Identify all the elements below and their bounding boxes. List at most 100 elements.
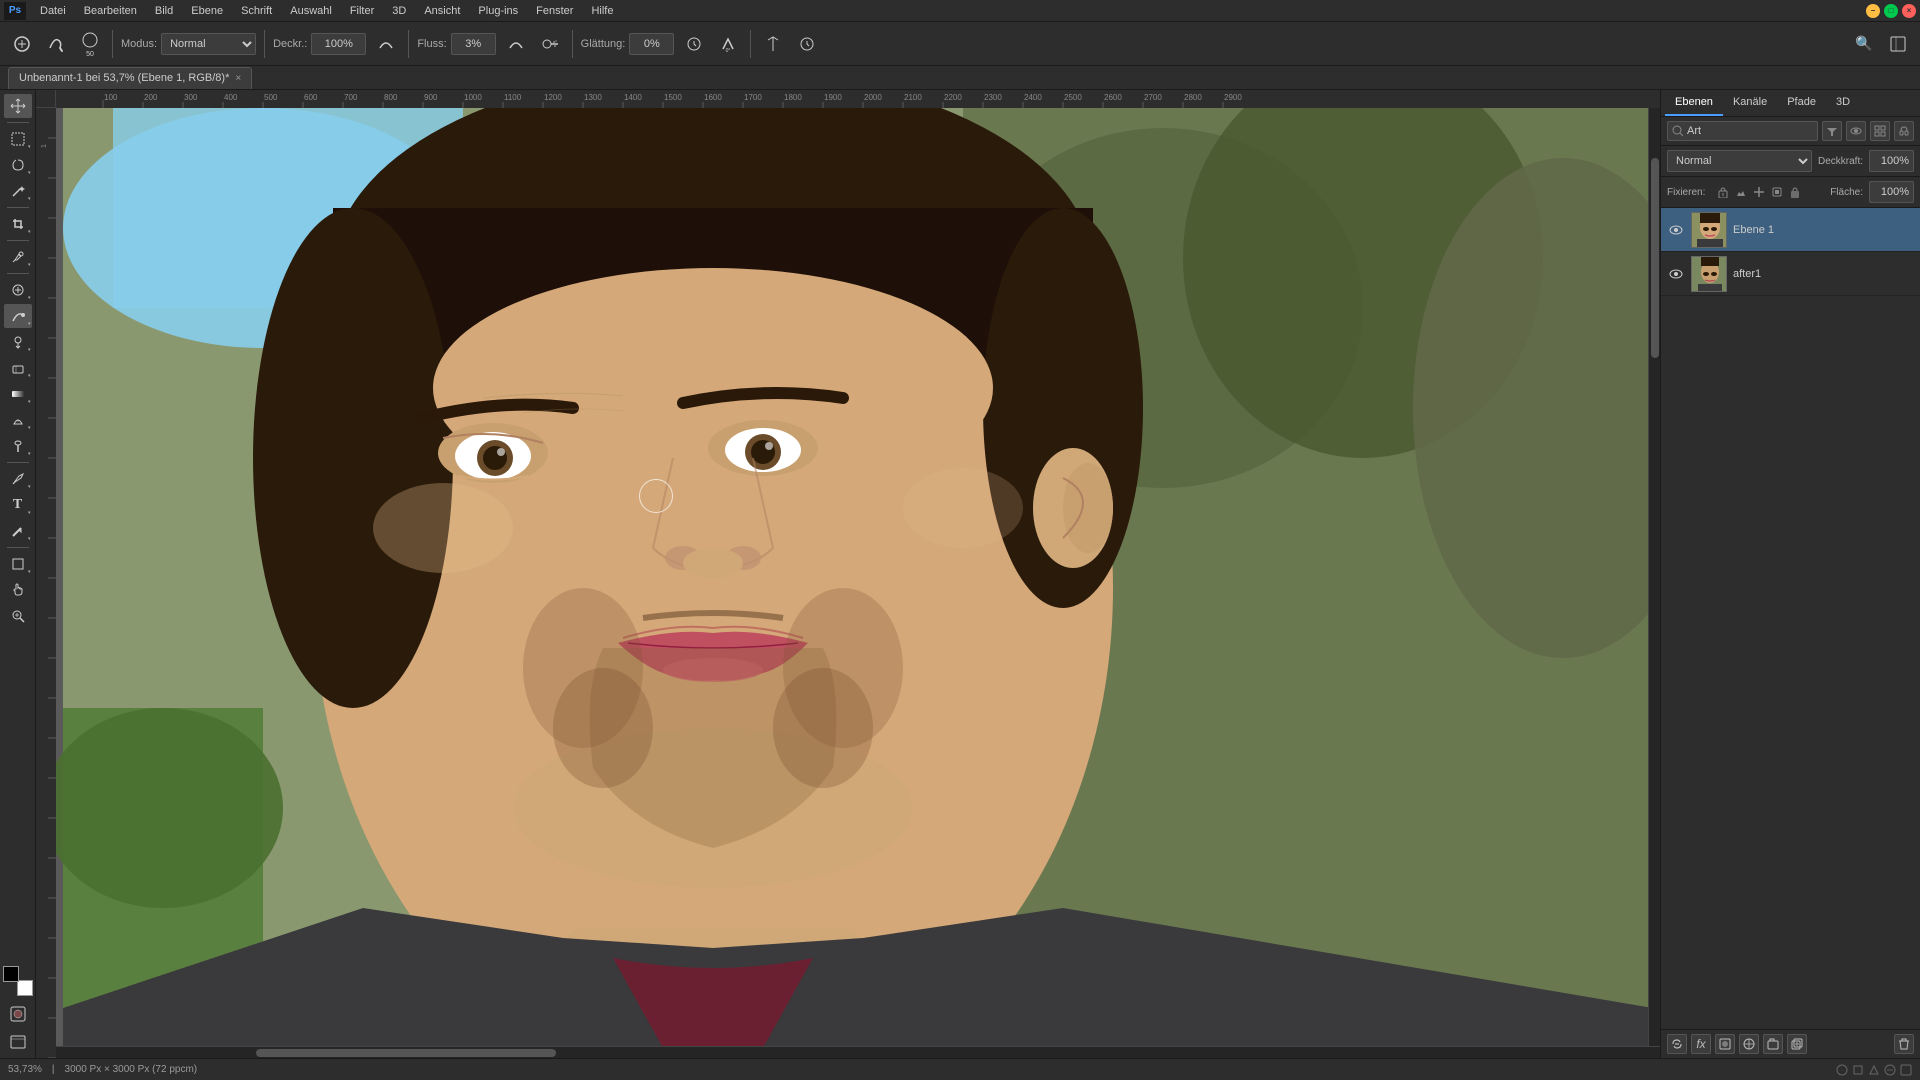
rect-select-tool[interactable]: ▾ (4, 127, 32, 151)
svg-text:400: 400 (224, 93, 238, 102)
fill-input[interactable] (1869, 181, 1914, 203)
menu-ebene[interactable]: Ebene (183, 3, 231, 19)
minimize-button[interactable]: − (1866, 4, 1880, 18)
foreground-color-swatch[interactable] (3, 966, 19, 982)
background-color-swatch[interactable] (17, 980, 33, 996)
lock-all-btn[interactable] (1787, 184, 1803, 200)
layer-sort-btn[interactable] (1870, 121, 1890, 141)
tab-close-button[interactable]: × (235, 73, 241, 84)
blend-mode-select[interactable]: Normal Multiplizieren Aufhellen Überlage… (1667, 150, 1812, 172)
menubar: Ps Datei Bearbeiten Bild Ebene Schrift A… (0, 0, 1920, 22)
blend-opacity-row: Normal Multiplizieren Aufhellen Überlage… (1661, 146, 1920, 177)
add-style-btn[interactable]: fx (1691, 1034, 1711, 1054)
svg-text:1300: 1300 (584, 93, 602, 102)
close-button[interactable]: × (1902, 4, 1916, 18)
lock-position-btn[interactable] (1751, 184, 1767, 200)
svg-text:500: 500 (264, 93, 278, 102)
flow-input[interactable] (451, 33, 496, 55)
flow-group: Fluss: (417, 33, 495, 55)
brush-size-icon[interactable]: 50 (76, 30, 104, 58)
smoothing-settings-icon[interactable] (680, 30, 708, 58)
scrollbar-vertical[interactable] (1648, 108, 1660, 1046)
opacity-pressure-icon[interactable] (372, 30, 400, 58)
lock-artboard-btn[interactable] (1769, 184, 1785, 200)
menu-auswahl[interactable]: Auswahl (282, 3, 340, 19)
tab-ebenen[interactable]: Ebenen (1665, 90, 1723, 116)
gradient-tool[interactable]: ▾ (4, 382, 32, 406)
clone-stamp-tool[interactable]: ▾ (4, 330, 32, 354)
scrollbar-horizontal[interactable] (56, 1046, 1660, 1058)
add-layer-btn[interactable] (1787, 1034, 1807, 1054)
move-tool[interactable] (4, 94, 32, 118)
menu-fenster[interactable]: Fenster (528, 3, 581, 19)
link-layers-btn[interactable] (1667, 1034, 1687, 1054)
tab-pfade[interactable]: Pfade (1777, 90, 1826, 116)
symmetry-icon[interactable] (759, 30, 787, 58)
opacity-input[interactable] (311, 33, 366, 55)
type-tool[interactable]: T ▾ (4, 493, 32, 517)
app-logo: Ps (4, 2, 26, 20)
crop-tool[interactable]: ▾ (4, 212, 32, 236)
brush-tool[interactable]: ▾ (4, 304, 32, 328)
smoothing-label: Glättung: (581, 38, 626, 50)
blur-tool[interactable]: ▾ (4, 408, 32, 432)
menu-schrift[interactable]: Schrift (233, 3, 280, 19)
menu-datei[interactable]: Datei (32, 3, 74, 19)
smoothing-input[interactable] (629, 33, 674, 55)
canvas-area[interactable]: 100 200 300 400 500 600 700 800 900 1000 (36, 90, 1660, 1058)
eraser-tool[interactable]: ▾ (4, 356, 32, 380)
layer-item-after1[interactable]: after1 (1661, 252, 1920, 296)
layers-search-input[interactable] (1687, 125, 1813, 137)
path-select-tool[interactable]: ▾ (4, 519, 32, 543)
airbrush-icon[interactable] (536, 30, 564, 58)
menu-filter[interactable]: Filter (342, 3, 382, 19)
opacity-input[interactable] (1869, 150, 1914, 172)
menu-hilfe[interactable]: Hilfe (583, 3, 621, 19)
lasso-tool[interactable]: ▾ (4, 153, 32, 177)
tab-kanaele[interactable]: Kanäle (1723, 90, 1777, 116)
brush-settings-icon[interactable] (42, 30, 70, 58)
zoom-tool[interactable] (4, 604, 32, 628)
svg-text:100: 100 (104, 93, 118, 102)
layer-link-btn[interactable] (1894, 121, 1914, 141)
add-adjustment-btn[interactable] (1739, 1034, 1759, 1054)
pen-tool[interactable]: ▾ (4, 467, 32, 491)
menu-bild[interactable]: Bild (147, 3, 181, 19)
add-mask-btn[interactable] (1715, 1034, 1735, 1054)
tab-3d[interactable]: 3D (1826, 90, 1860, 116)
eyedropper-tool[interactable]: ▾ (4, 245, 32, 269)
lock-transparent-pixels-btn[interactable] (1715, 184, 1731, 200)
menu-plugins[interactable]: Plug-ins (470, 3, 526, 19)
extra-options-icon[interactable] (793, 30, 821, 58)
menu-3d[interactable]: 3D (384, 3, 414, 19)
color-swatches[interactable] (3, 966, 33, 996)
maximize-button[interactable]: □ (1884, 4, 1898, 18)
magic-wand-tool[interactable]: ▾ (4, 179, 32, 203)
hand-tool[interactable] (4, 578, 32, 602)
menu-bearbeiten[interactable]: Bearbeiten (76, 3, 145, 19)
brush-tool-icon[interactable] (8, 30, 36, 58)
shape-tool[interactable]: ▾ (4, 552, 32, 576)
brush-angle-icon[interactable]: 0° (714, 30, 742, 58)
layer-visibility-after1[interactable] (1667, 265, 1685, 283)
view-mode-icon[interactable] (1884, 30, 1912, 58)
mode-select[interactable]: Normal Multiplizieren Aufhellen (161, 33, 256, 55)
document-tab[interactable]: Unbenannt-1 bei 53,7% (Ebene 1, RGB/8)* … (8, 67, 252, 89)
delete-layer-btn[interactable] (1894, 1034, 1914, 1054)
add-group-btn[interactable] (1763, 1034, 1783, 1054)
healing-tool[interactable]: ▾ (4, 278, 32, 302)
flow-pressure-icon[interactable] (502, 30, 530, 58)
search-icon[interactable]: 🔍 (1850, 30, 1878, 58)
screen-mode-icon[interactable] (4, 1030, 32, 1054)
quick-mask-icon[interactable] (4, 1002, 32, 1026)
svg-text:2400: 2400 (1024, 93, 1042, 102)
lock-image-pixels-btn[interactable] (1733, 184, 1749, 200)
layer-type-filter-btn[interactable] (1822, 121, 1842, 141)
layer-toggle-all-btn[interactable] (1846, 121, 1866, 141)
lock-fill-row: Fixieren: (1661, 177, 1920, 208)
canvas-image[interactable] (56, 108, 1660, 1058)
layer-visibility-ebene1[interactable] (1667, 221, 1685, 239)
menu-ansicht[interactable]: Ansicht (416, 3, 468, 19)
layer-item-ebene1[interactable]: Ebene 1 (1661, 208, 1920, 252)
dodge-tool[interactable]: ▾ (4, 434, 32, 458)
